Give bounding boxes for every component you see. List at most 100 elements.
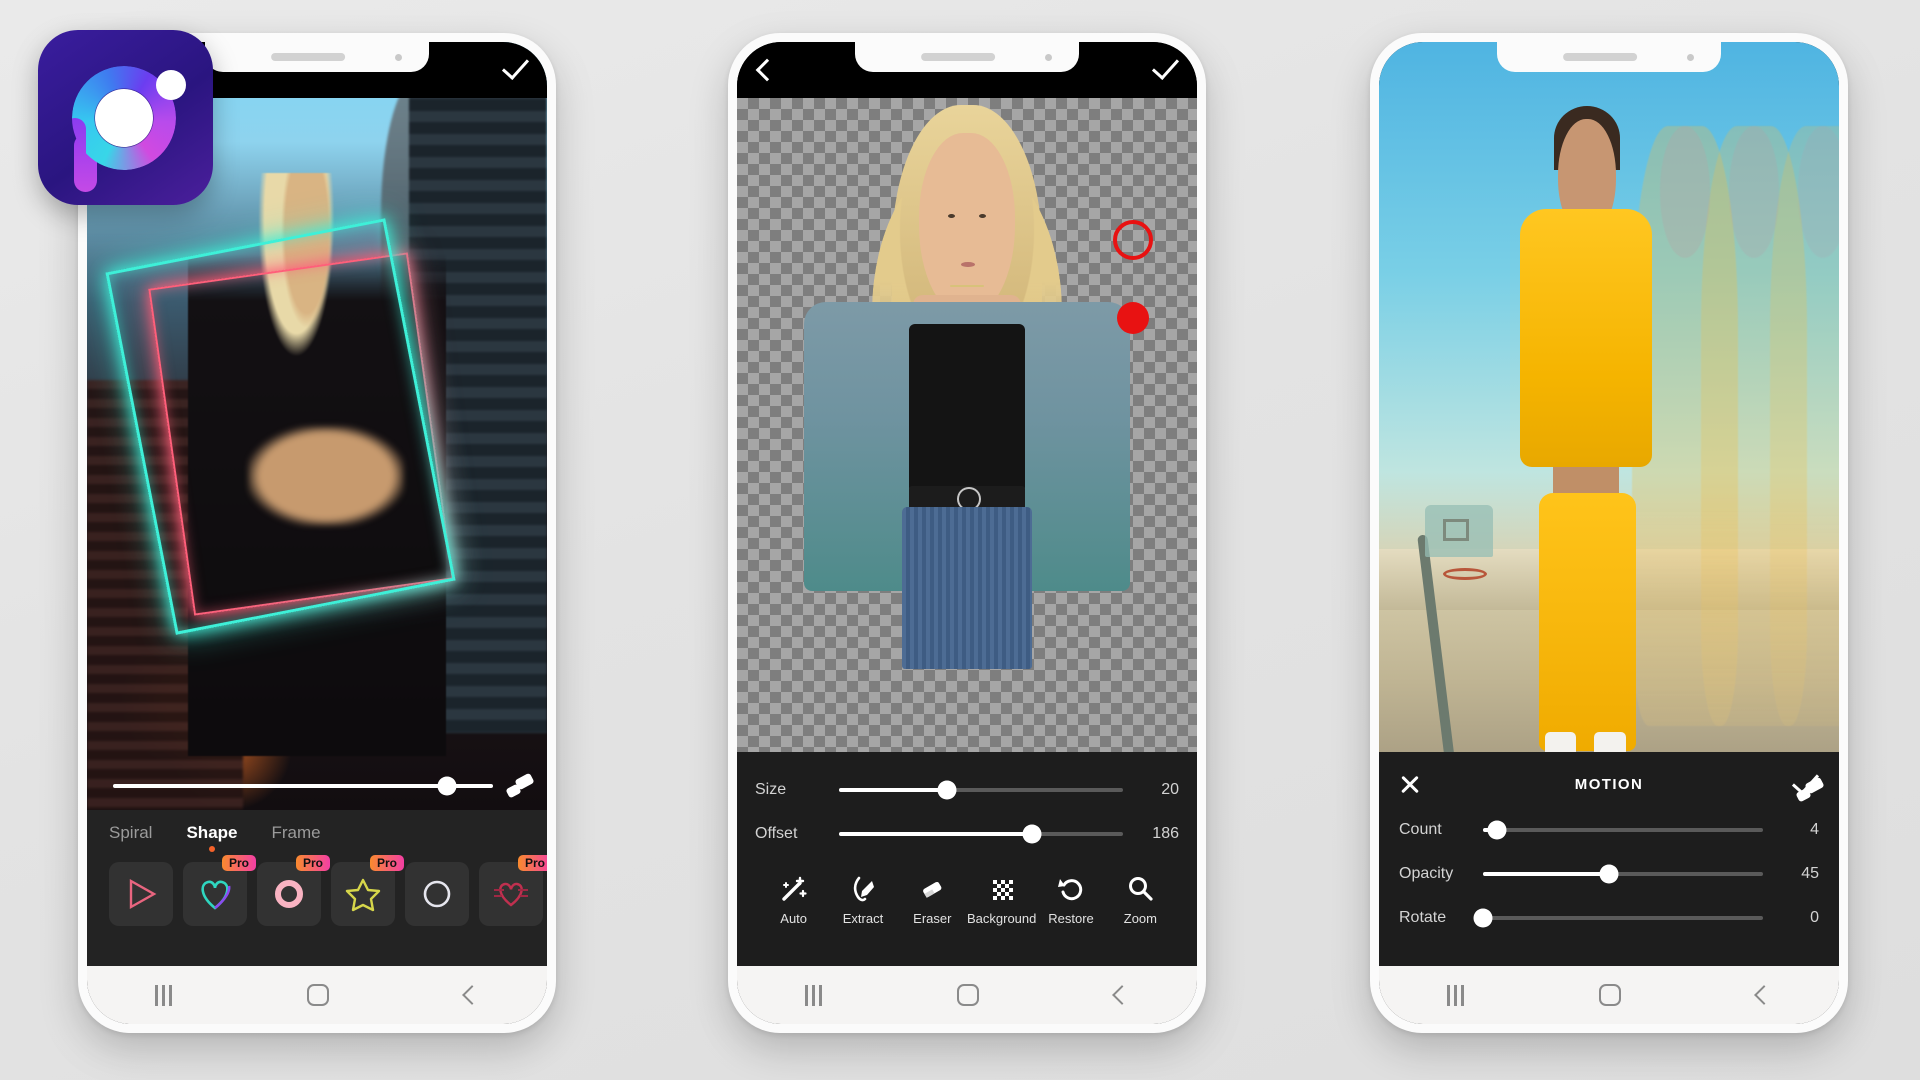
size-slider-knob[interactable] bbox=[937, 780, 957, 800]
tool-background-label: Background bbox=[966, 911, 1037, 926]
backboard-square bbox=[1443, 518, 1469, 541]
home-icon[interactable] bbox=[307, 984, 330, 1006]
eraser-icon bbox=[923, 881, 942, 898]
tool-extract[interactable]: Extract bbox=[828, 874, 897, 926]
tool-extract-label: Extract bbox=[842, 911, 884, 926]
phone-3-screen: MOTION Count 4 Opacity 45 Rotate 0 bbox=[1379, 42, 1839, 1024]
back-chevron-icon[interactable] bbox=[755, 58, 779, 82]
shape-thumbnail-list: Pro Pro Pro Pro bbox=[87, 852, 547, 926]
tab-shape[interactable]: Shape bbox=[186, 823, 237, 852]
offset-slider[interactable] bbox=[839, 824, 1123, 844]
logo-small-dot bbox=[156, 70, 186, 100]
eraser-icon[interactable] bbox=[1795, 776, 1825, 803]
photo-subject bbox=[1517, 105, 1655, 784]
shape-thumb-heart-streak[interactable]: Pro bbox=[479, 855, 547, 926]
tool-zoom-label: Zoom bbox=[1123, 911, 1157, 926]
magnifier-icon bbox=[1129, 877, 1153, 901]
recents-icon[interactable] bbox=[154, 984, 172, 1006]
phone-1-opacity-slider-row bbox=[87, 762, 547, 810]
tool-restore-label: Restore bbox=[1048, 911, 1094, 926]
shape-thumb-circle[interactable]: Pro bbox=[257, 855, 330, 926]
back-icon[interactable] bbox=[1754, 985, 1775, 1005]
brush-size-dot-marker bbox=[1117, 302, 1149, 334]
eraser-icon[interactable] bbox=[505, 772, 535, 799]
rotate-slider-knob[interactable] bbox=[1473, 908, 1493, 928]
brush-size-ring-marker bbox=[1113, 220, 1153, 260]
heart-streak-icon bbox=[494, 882, 528, 907]
phone-2-cutout-panel: Size 20 Offset 186 Auto Extract Eraser B… bbox=[737, 752, 1197, 966]
shape-thumb-heart[interactable]: Pro bbox=[183, 855, 256, 926]
back-icon[interactable] bbox=[1112, 985, 1133, 1005]
phone-2-navbar bbox=[737, 966, 1197, 1024]
check-icon[interactable] bbox=[501, 62, 529, 78]
home-icon[interactable] bbox=[957, 984, 980, 1006]
picsart-logo bbox=[38, 30, 213, 205]
offset-value: 186 bbox=[1152, 825, 1179, 842]
earpiece-speaker bbox=[1563, 53, 1638, 61]
size-slider[interactable] bbox=[839, 780, 1123, 800]
phone-2-screen: Size 20 Offset 186 Auto Extract Eraser B… bbox=[737, 42, 1197, 1024]
front-camera bbox=[395, 54, 402, 61]
recents-icon[interactable] bbox=[1446, 984, 1464, 1006]
rotate-label: Rotate bbox=[1399, 909, 1447, 926]
size-label: Size bbox=[755, 781, 787, 798]
count-slider[interactable] bbox=[1483, 820, 1763, 840]
ring-icon bbox=[423, 880, 451, 908]
shape-thumb-ring[interactable] bbox=[405, 862, 469, 926]
opacity-slider[interactable] bbox=[113, 776, 493, 796]
rotate-slider[interactable] bbox=[1473, 908, 1763, 928]
count-label: Count bbox=[1399, 821, 1442, 838]
tab-frame[interactable]: Frame bbox=[272, 823, 321, 852]
phone-3-photo bbox=[1379, 42, 1839, 810]
opacity-slider-knob[interactable] bbox=[437, 776, 457, 796]
tool-auto[interactable]: Auto bbox=[759, 874, 828, 926]
tool-eraser[interactable]: Eraser bbox=[898, 874, 967, 926]
circle-icon bbox=[275, 880, 303, 908]
front-camera bbox=[1687, 54, 1694, 61]
basketball-rim bbox=[1443, 567, 1488, 580]
check-icon[interactable] bbox=[1151, 62, 1179, 78]
subject-denim-shorts bbox=[902, 506, 1032, 669]
motion-panel-header: MOTION bbox=[1399, 762, 1819, 808]
earpiece-speaker bbox=[921, 53, 996, 61]
phone-3-navbar bbox=[1379, 966, 1839, 1024]
opacity-value: 45 bbox=[1801, 865, 1819, 882]
earpiece-speaker bbox=[271, 53, 346, 61]
shape-thumb-star[interactable]: Pro bbox=[331, 855, 404, 926]
recents-icon[interactable] bbox=[804, 984, 822, 1006]
cutout-tool-list: Auto Extract Eraser Background Restore Z… bbox=[755, 856, 1179, 926]
opacity-slider[interactable] bbox=[1483, 864, 1763, 884]
subject-yellow-hoodie bbox=[1519, 209, 1653, 468]
heart-icon bbox=[201, 880, 231, 910]
phone-2-device: Size 20 Offset 186 Auto Extract Eraser B… bbox=[728, 33, 1206, 1033]
count-slider-knob[interactable] bbox=[1487, 820, 1507, 840]
pro-badge: Pro bbox=[295, 855, 330, 871]
close-x-icon[interactable] bbox=[1399, 774, 1421, 796]
pro-badge: Pro bbox=[221, 855, 256, 871]
back-icon[interactable] bbox=[462, 985, 483, 1005]
pro-badge: Pro bbox=[369, 855, 404, 871]
triangle-icon bbox=[129, 878, 157, 910]
tool-zoom[interactable]: Zoom bbox=[1106, 874, 1175, 926]
phone-3-device: MOTION Count 4 Opacity 45 Rotate 0 bbox=[1370, 33, 1848, 1033]
home-icon[interactable] bbox=[1599, 984, 1622, 1006]
subject-yellow-pants bbox=[1539, 492, 1636, 751]
phone-1-shape-panel: Spiral Shape Frame Pro Pro Pro Pro bbox=[87, 810, 547, 966]
motion-title: MOTION bbox=[1574, 776, 1644, 793]
tab-spiral[interactable]: Spiral bbox=[109, 823, 152, 852]
slider-row-opacity: Opacity 45 bbox=[1399, 852, 1819, 896]
tool-background[interactable]: Background bbox=[967, 874, 1036, 926]
offset-slider-knob[interactable] bbox=[1022, 824, 1042, 844]
restore-undo-icon bbox=[1058, 879, 1083, 901]
lasso-pen-icon bbox=[853, 876, 874, 902]
screenshot-stage: Spiral Shape Frame Pro Pro Pro Pro Size … bbox=[0, 0, 1920, 1080]
basketball-backboard bbox=[1425, 504, 1493, 557]
shape-tabs: Spiral Shape Frame bbox=[87, 810, 547, 852]
star-icon bbox=[345, 878, 381, 912]
shape-thumb-triangle[interactable] bbox=[109, 862, 173, 926]
tool-restore[interactable]: Restore bbox=[1036, 874, 1105, 926]
subject-necklace bbox=[949, 284, 984, 287]
opacity-slider-knob[interactable] bbox=[1599, 864, 1619, 884]
opacity-label: Opacity bbox=[1399, 865, 1454, 882]
size-value: 20 bbox=[1161, 781, 1179, 798]
